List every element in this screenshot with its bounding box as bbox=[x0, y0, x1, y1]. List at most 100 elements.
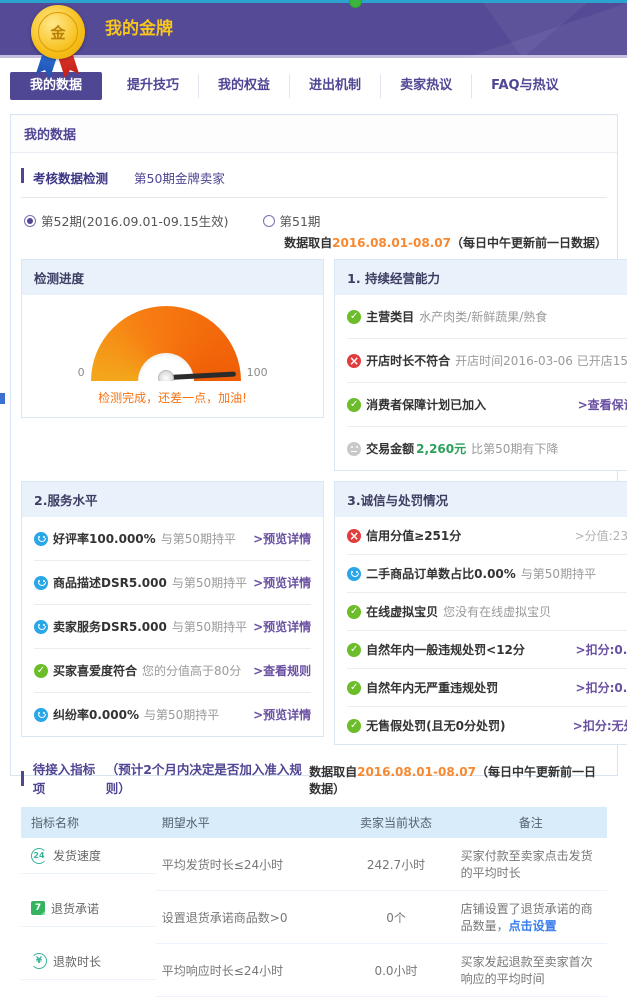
table-row: ¥ 退款时长 平均响应时长≤24小时 0.0小时 买家发起退款至卖家首次响应的平… bbox=[21, 944, 607, 997]
content-box: 我的数据 考核数据检测 第50期金牌卖家 第52期(2016.09.01-09.… bbox=[10, 114, 618, 776]
radio-period52[interactable] bbox=[24, 215, 36, 227]
list-item: 交易金额 2,260元 比第50期有下降 bbox=[347, 426, 627, 470]
list-item: 纠纷率0.000% 与第50期持平 >预览详情 bbox=[34, 692, 311, 736]
remark: 买家付款至卖家点击发货的平均时长 bbox=[455, 838, 607, 891]
pending-indicators-table: 指标名称 期望水平 卖家当前状态 备注 24 发货速度 平均发货时长≤24小时 … bbox=[21, 807, 607, 997]
return-promise-icon: 7 bbox=[31, 901, 45, 915]
item-title: 自然年内无严重违规处罚 bbox=[366, 679, 498, 696]
tab-faq[interactable]: FAQ与热议 bbox=[471, 74, 578, 98]
check-icon: ✓ bbox=[347, 605, 361, 619]
tab-seller-discussion[interactable]: 卖家热议 bbox=[380, 74, 471, 98]
expected-level: 平均响应时长≤24小时 bbox=[156, 944, 338, 997]
panel-progress-title: 检测进度 bbox=[22, 260, 323, 295]
current-status: 0个 bbox=[337, 891, 454, 944]
indicator-name: 发货速度 bbox=[53, 847, 101, 864]
radio-period51-label[interactable]: 第51期 bbox=[280, 211, 321, 230]
radio-period52-label[interactable]: 第52期(2016.09.01-09.15生效) bbox=[41, 211, 229, 230]
deduction-link[interactable]: >扣分:0.0分 bbox=[570, 641, 627, 658]
list-item: × 信用分值≥251分 >分值:237分 bbox=[347, 517, 627, 554]
indicator-name: 退款时长 bbox=[53, 953, 101, 970]
tab-my-benefits[interactable]: 我的权益 bbox=[198, 74, 289, 98]
col-indicator-name: 指标名称 bbox=[21, 807, 156, 838]
item-title: 买家喜爱度符合 bbox=[53, 662, 137, 679]
item-desc: 您的分值高于80分 bbox=[142, 662, 241, 679]
item-title: 开店时长不符合 bbox=[366, 352, 450, 369]
main-nav-tabs: 我的数据 提升技巧 我的权益 进出机制 卖家热议 FAQ与热议 bbox=[0, 58, 627, 114]
medal-character: 金 bbox=[38, 12, 78, 52]
preview-detail-link[interactable]: >预览详情 bbox=[247, 618, 311, 635]
col-expected-level: 期望水平 bbox=[156, 807, 338, 838]
data-source-prefix: 数据取自 bbox=[309, 765, 357, 779]
item-desc: 水产肉类/新鲜蔬果/熟食 bbox=[419, 308, 547, 325]
item-title: 卖家服务DSR5.000 bbox=[53, 618, 167, 635]
col-current-status: 卖家当前状态 bbox=[337, 807, 454, 838]
click-to-set-link[interactable]: 点击设置 bbox=[509, 919, 557, 933]
deduction-link[interactable]: >扣分:0.0分 bbox=[570, 679, 627, 696]
list-item: ✓ 自然年内一般违规处罚<12分 >扣分:0.0分 bbox=[347, 630, 627, 668]
item-title: 消费者保障计划已加入 bbox=[366, 396, 486, 413]
pending-title: 待接入指标项 bbox=[33, 759, 102, 797]
list-item: 好评率100.000% 与第50期持平 >预览详情 bbox=[34, 517, 311, 560]
item-title: 主营类目 bbox=[366, 308, 414, 325]
credit-score-value: >分值:237分 bbox=[569, 527, 627, 544]
data-source-date: 2016.08.01-08.07 bbox=[357, 765, 476, 779]
smile-icon bbox=[347, 567, 361, 581]
tab-improve-skills[interactable]: 提升技巧 bbox=[108, 74, 198, 98]
current-status: 242.7小时 bbox=[337, 838, 454, 891]
current-status: 0.0小时 bbox=[337, 944, 454, 997]
smile-icon bbox=[34, 532, 48, 546]
item-title: 交易金额 bbox=[366, 440, 414, 457]
preview-detail-link[interactable]: >预览详情 bbox=[247, 574, 311, 591]
subtab-assessment-data[interactable]: 考核数据检测 bbox=[33, 168, 108, 197]
scrollbar-fragment bbox=[0, 393, 5, 404]
pending-indicators-header: 待接入指标项 （预计2个月内决定是否加入准入规则） 数据取自2016.08.01… bbox=[21, 759, 607, 797]
item-title: 商品描述DSR5.000 bbox=[53, 574, 167, 591]
top-browser-strip bbox=[0, 0, 627, 3]
item-title: 纠纷率0.000% bbox=[53, 706, 139, 723]
panel2-title: 2.服务水平 bbox=[22, 482, 323, 517]
radio-period51[interactable] bbox=[263, 215, 275, 227]
item-desc: 与第50期持平 bbox=[161, 530, 236, 547]
smile-icon bbox=[34, 620, 48, 634]
list-item: × 开店时长不符合 开店时间2016-03-06 已开店156天 bbox=[347, 338, 627, 382]
deduction-link[interactable]: >扣分:无处罚 bbox=[567, 717, 627, 734]
subtab-bar: 考核数据检测 第50期金牌卖家 bbox=[21, 168, 607, 198]
panel-business-ability: 1. 持续经营能力 ✓ 主营类目 水产肉类/新鲜蔬果/熟食 × 开店时长不符合 … bbox=[334, 259, 627, 471]
view-deposit-link[interactable]: >查看保证金 bbox=[572, 396, 627, 413]
check-icon: ✓ bbox=[347, 643, 361, 657]
list-item: 商品描述DSR5.000 与第50期持平 >预览详情 bbox=[34, 560, 311, 604]
data-source-suffix: （每日中午更新前一日数据） bbox=[451, 236, 607, 250]
list-item: ✓ 买家喜爱度符合 您的分值高于80分 >查看规则 bbox=[34, 648, 311, 692]
check-icon: ✓ bbox=[347, 398, 361, 412]
gauge-caption: 检测完成，还差一点，加油! bbox=[98, 389, 247, 406]
item-title: 无售假处罚(且无0分处罚) bbox=[366, 717, 505, 734]
item-title: 二手商品订单数占比0.00% bbox=[366, 565, 516, 582]
view-rules-link[interactable]: >查看规则 bbox=[247, 662, 311, 679]
check-icon: ✓ bbox=[34, 664, 48, 678]
subtab-accent-bar bbox=[21, 168, 24, 183]
cross-icon: × bbox=[347, 354, 361, 368]
panel-progress: 检测进度 0 100 检测完成，还差一点，加油! bbox=[21, 259, 324, 418]
data-source-date: 2016.08.01-08.07 bbox=[332, 236, 451, 250]
item-desc: 与第50期持平 bbox=[144, 706, 219, 723]
preview-detail-link[interactable]: >预览详情 bbox=[247, 706, 311, 723]
delivery-24h-icon: 24 bbox=[31, 848, 47, 864]
check-icon: ✓ bbox=[347, 719, 361, 733]
item-desc: 开店时间2016-03-06 已开店156天 bbox=[455, 352, 627, 369]
item-desc: 与第50期持平 bbox=[172, 574, 247, 591]
gauge-hub bbox=[158, 370, 174, 381]
check-icon: ✓ bbox=[347, 681, 361, 695]
period-radio-group: 第52期(2016.09.01-09.15生效) 第51期 bbox=[24, 211, 607, 230]
data-source-note: 数据取自2016.08.01-08.07（每日中午更新前一日数据） bbox=[309, 763, 607, 797]
preview-detail-link[interactable]: >预览详情 bbox=[247, 530, 311, 547]
table-row: 24 发货速度 平均发货时长≤24小时 242.7小时 买家付款至卖家点击发货的… bbox=[21, 838, 607, 891]
neutral-face-icon bbox=[347, 442, 361, 456]
refund-time-icon: ¥ bbox=[31, 953, 47, 969]
item-amount: 2,260元 bbox=[416, 440, 466, 457]
subtab-period50-sellers[interactable]: 第50期金牌卖家 bbox=[134, 168, 225, 197]
gauge-min-label: 0 bbox=[78, 366, 85, 379]
tab-entry-exit[interactable]: 进出机制 bbox=[289, 74, 380, 98]
check-icon: ✓ bbox=[347, 310, 361, 324]
list-item: ✓ 主营类目 水产肉类/新鲜蔬果/熟食 bbox=[347, 295, 627, 338]
data-source-note: 数据取自2016.08.01-08.07（每日中午更新前一日数据） bbox=[21, 234, 607, 251]
